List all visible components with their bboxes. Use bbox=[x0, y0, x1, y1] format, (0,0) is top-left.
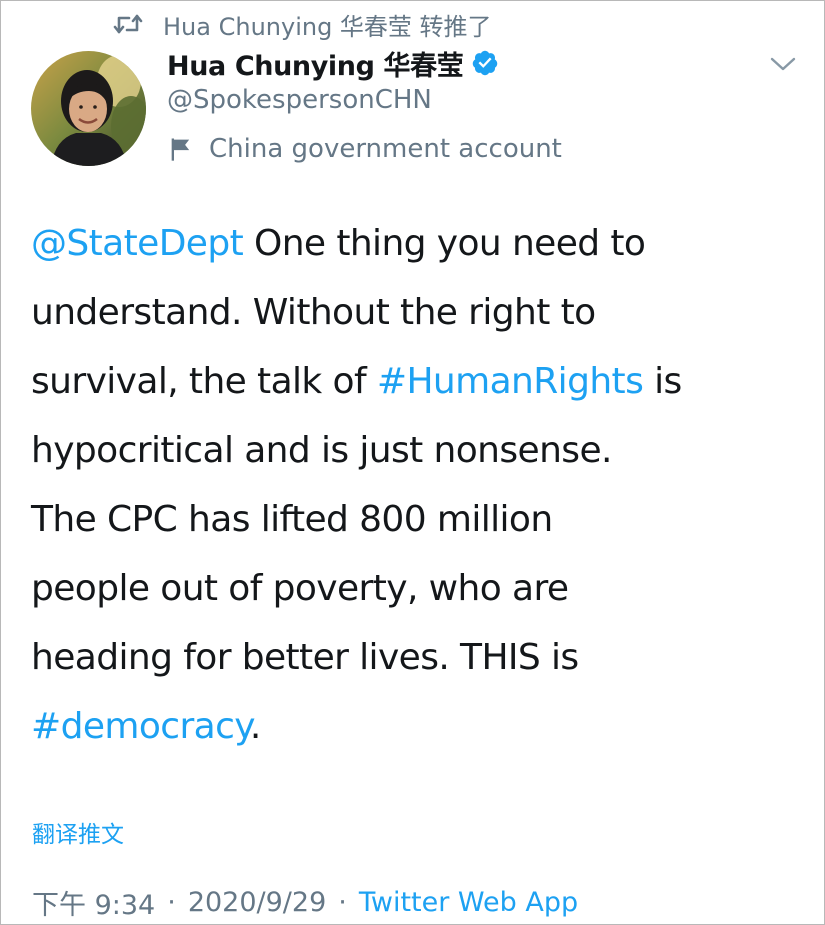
mention-link[interactable]: @StateDept bbox=[31, 223, 244, 264]
author-header[interactable]: Hua Chunying 华春莹 bbox=[167, 43, 499, 83]
tweet-line: understand. Without the right to bbox=[31, 292, 596, 333]
tweet-date[interactable]: 2020/9/29 bbox=[188, 887, 326, 918]
retweet-context[interactable]: Hua Chunying 华春莹 转推了 bbox=[113, 9, 492, 41]
tweet-line: people out of poverty, who are bbox=[31, 568, 569, 609]
translate-tweet-link[interactable]: 翻译推文 bbox=[32, 815, 124, 849]
tweet-time[interactable]: 下午 9:34 bbox=[32, 883, 155, 922]
meta-separator: · bbox=[338, 886, 347, 918]
avatar[interactable] bbox=[31, 51, 146, 166]
chevron-down-icon[interactable] bbox=[769, 54, 797, 74]
hashtag-link[interactable]: #HumanRights bbox=[377, 361, 644, 402]
username[interactable]: @SpokespersonCHN bbox=[167, 85, 432, 115]
tweet-line: @StateDept One thing you need to bbox=[31, 209, 811, 278]
verified-badge-icon bbox=[471, 49, 499, 77]
retweet-icon bbox=[113, 11, 147, 37]
tweet-meta: 下午 9:34 · 2020/9/29 · Twitter Web App bbox=[32, 882, 578, 922]
tweet-line: #democracy. bbox=[31, 692, 811, 761]
tweet-line: hypocritical and is just nonsense. bbox=[31, 430, 612, 471]
tweet-text-segment: . bbox=[249, 706, 261, 747]
meta-separator: · bbox=[167, 886, 176, 918]
tweet-line: survival, the talk of #HumanRights is bbox=[31, 347, 811, 416]
retweet-text: Hua Chunying 华春莹 转推了 bbox=[163, 12, 492, 41]
tweet-source-link[interactable]: Twitter Web App bbox=[359, 887, 578, 918]
tweet-line: heading for better lives. THIS is bbox=[31, 637, 579, 678]
hashtag-link[interactable]: #democracy bbox=[31, 706, 250, 747]
tweet-detail: Hua Chunying 华春莹 转推了 Hua Chunying 华春莹 @S… bbox=[0, 0, 825, 925]
tweet-text: @StateDept One thing you need to underst… bbox=[31, 209, 811, 761]
display-name[interactable]: Hua Chunying 华春莹 bbox=[167, 44, 464, 83]
tweet-text-segment: is bbox=[643, 361, 682, 402]
account-label: China government account bbox=[167, 131, 562, 167]
tweet-text-segment: survival, the talk of bbox=[31, 361, 377, 402]
tweet-line: The CPC has lifted 800 million bbox=[31, 499, 553, 540]
flag-icon bbox=[167, 135, 195, 163]
tweet-text-segment: One thing you need to bbox=[243, 223, 646, 264]
account-label-text: China government account bbox=[209, 134, 562, 164]
